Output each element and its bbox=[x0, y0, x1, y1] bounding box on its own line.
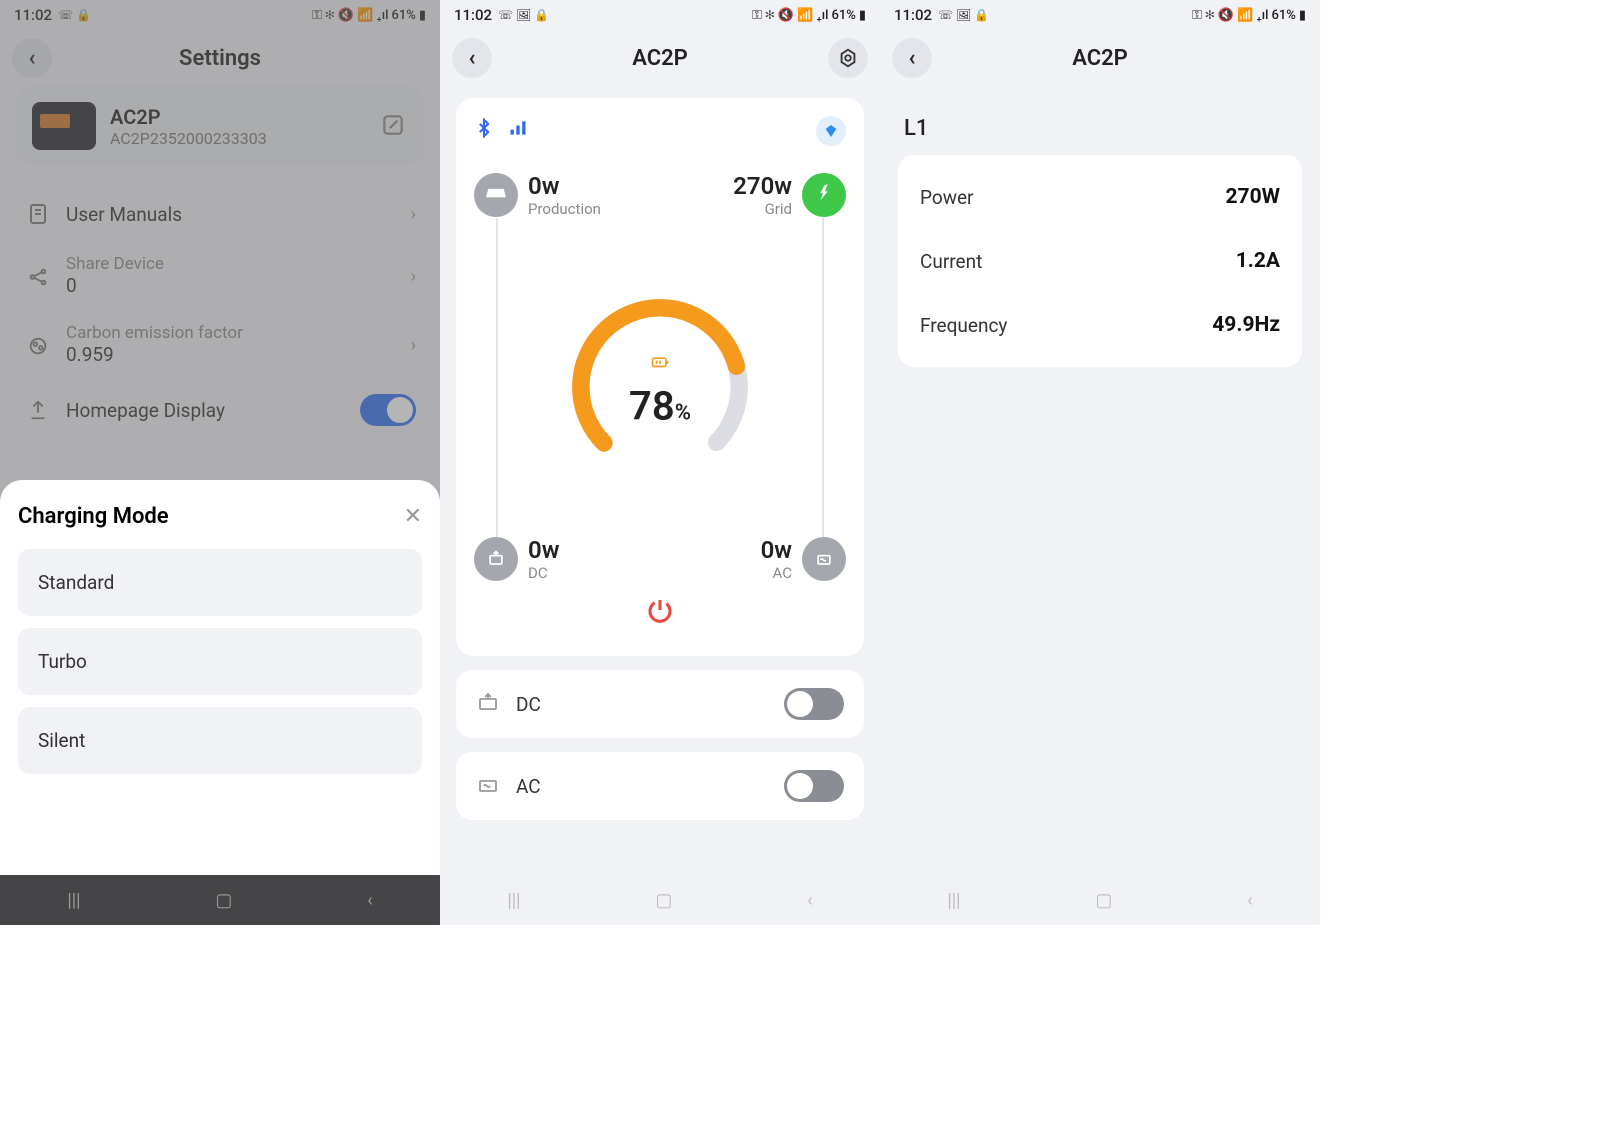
page-title: AC2P bbox=[1072, 46, 1128, 71]
row-current: Current 1.2A bbox=[920, 229, 1280, 293]
gem-icon[interactable] bbox=[816, 116, 846, 146]
grid-icon bbox=[802, 173, 846, 217]
dc-out-icon bbox=[474, 537, 518, 581]
status-battery: 61% bbox=[1271, 8, 1295, 23]
nav-recents[interactable]: ||| bbox=[507, 890, 520, 911]
app-header: ‹ AC2P bbox=[880, 30, 1320, 86]
nav-recents[interactable]: ||| bbox=[947, 890, 960, 911]
ac-toggle-card: AC bbox=[456, 752, 864, 820]
charging-mode-sheet: Charging Mode ✕ Standard Turbo Silent bbox=[0, 480, 440, 875]
dc-toggle[interactable] bbox=[784, 688, 844, 720]
close-icon[interactable]: ✕ bbox=[404, 504, 422, 529]
flow-line bbox=[822, 218, 824, 548]
current-value: 1.2A bbox=[1236, 249, 1280, 273]
back-button[interactable]: ‹ bbox=[892, 38, 932, 78]
sheet-title: Charging Mode bbox=[18, 504, 169, 529]
navbar: ||| ▢ ‹ bbox=[440, 875, 880, 925]
mode-turbo[interactable]: Turbo bbox=[18, 628, 422, 695]
row-power: Power 270W bbox=[920, 165, 1280, 229]
status-bar: 11:02 ☏ 🖼 🔒 ⚿ ✻ 🔇 📶 ₊ıl 61% ▮ bbox=[880, 0, 1320, 30]
node-dc[interactable]: 0w DC bbox=[474, 536, 559, 582]
back-button[interactable]: ‹ bbox=[452, 38, 492, 78]
grid-value: 270w bbox=[733, 172, 792, 200]
battery-icon: ▮ bbox=[859, 8, 866, 23]
status-time: 11:02 bbox=[894, 6, 932, 24]
metrics-card: Power 270W Current 1.2A Frequency 49.9Hz bbox=[898, 155, 1302, 367]
app-header: ‹ AC2P bbox=[440, 30, 880, 86]
ac-label: AC bbox=[773, 564, 792, 582]
row-frequency: Frequency 49.9Hz bbox=[920, 293, 1280, 357]
ac-icon bbox=[476, 773, 502, 799]
nav-home[interactable]: ▢ bbox=[1095, 890, 1112, 911]
solar-icon bbox=[474, 173, 518, 217]
nav-back[interactable]: ‹ bbox=[1247, 890, 1252, 911]
flow-line bbox=[496, 218, 498, 548]
dc-icon bbox=[476, 691, 502, 717]
freq-value: 49.9Hz bbox=[1212, 313, 1280, 337]
mode-silent[interactable]: Silent bbox=[18, 707, 422, 774]
node-ac[interactable]: 0w AC bbox=[761, 536, 846, 582]
battery-icon bbox=[629, 352, 691, 378]
settings-button[interactable] bbox=[828, 38, 868, 78]
status-left-icons: ☏ 🖼 🔒 bbox=[498, 8, 549, 22]
dashboard-screen: 11:02 ☏ 🖼 🔒 ⚿ ✻ 🔇 📶 ₊ıl 61% ▮ ‹ AC2P bbox=[440, 0, 880, 925]
signal-icon[interactable] bbox=[508, 118, 528, 144]
dash-top-bar bbox=[474, 116, 846, 146]
dashboard-card: 0w Production 270w Grid bbox=[456, 98, 864, 656]
flow-diagram: 0w Production 270w Grid bbox=[474, 172, 846, 632]
settings-screen: 11:02 ☏ 🔒 ⚿ ✻ 🔇 📶 ₊ıl 61% ▮ ‹ Settings A… bbox=[0, 0, 440, 925]
details-screen: 11:02 ☏ 🖼 🔒 ⚿ ✻ 🔇 📶 ₊ıl 61% ▮ ‹ AC2P L1 … bbox=[880, 0, 1320, 925]
battery-percent: 78% bbox=[629, 382, 691, 429]
power-value: 270W bbox=[1225, 185, 1280, 209]
mode-standard[interactable]: Standard bbox=[18, 549, 422, 616]
power-button[interactable] bbox=[645, 595, 675, 632]
dc-toggle-card: DC bbox=[456, 670, 864, 738]
section-label: L1 bbox=[880, 86, 1320, 155]
navbar: ||| ▢ ‹ bbox=[880, 875, 1320, 925]
status-right-icons: ⚿ ✻ 🔇 📶 ₊ıl bbox=[752, 8, 828, 23]
node-grid[interactable]: 270w Grid bbox=[733, 172, 846, 218]
freq-label: Frequency bbox=[920, 314, 1007, 337]
page-title: AC2P bbox=[632, 46, 688, 71]
battery-ring[interactable]: 78% bbox=[565, 292, 755, 482]
status-left-icons: ☏ 🖼 🔒 bbox=[938, 8, 989, 22]
dc-label: DC bbox=[528, 564, 559, 582]
bluetooth-icon[interactable] bbox=[474, 118, 494, 144]
ac-out-icon bbox=[802, 537, 846, 581]
battery-icon: ▮ bbox=[1299, 8, 1306, 23]
status-bar: 11:02 ☏ 🖼 🔒 ⚿ ✻ 🔇 📶 ₊ıl 61% ▮ bbox=[440, 0, 880, 30]
ac-value: 0w bbox=[761, 536, 792, 564]
ac-toggle[interactable] bbox=[784, 770, 844, 802]
status-right-icons: ⚿ ✻ 🔇 📶 ₊ıl bbox=[1192, 8, 1268, 23]
ac-toggle-label: AC bbox=[516, 775, 770, 798]
status-time: 11:02 bbox=[454, 6, 492, 24]
production-label: Production bbox=[528, 200, 601, 218]
grid-label: Grid bbox=[765, 200, 792, 218]
nav-back[interactable]: ‹ bbox=[807, 890, 812, 911]
status-battery: 61% bbox=[831, 8, 855, 23]
production-value: 0w bbox=[528, 172, 601, 200]
node-production[interactable]: 0w Production bbox=[474, 172, 601, 218]
nav-home[interactable]: ▢ bbox=[655, 890, 672, 911]
dc-toggle-label: DC bbox=[516, 693, 770, 716]
current-label: Current bbox=[920, 250, 982, 273]
power-label: Power bbox=[920, 186, 974, 209]
dc-value: 0w bbox=[528, 536, 559, 564]
